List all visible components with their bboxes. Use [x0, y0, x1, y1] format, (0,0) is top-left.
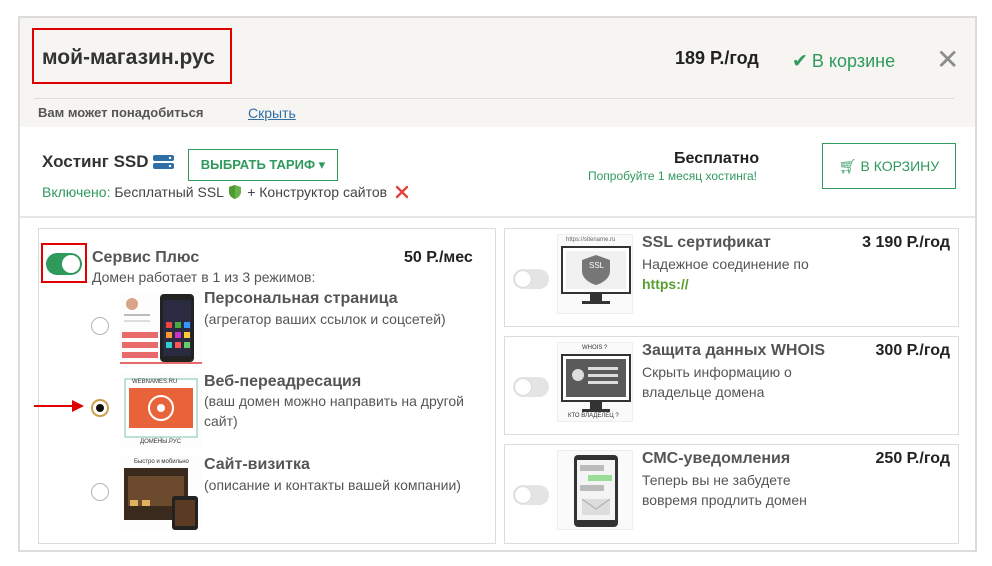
ssl-thumbnail: https://sitename.ru SSL	[557, 234, 633, 314]
radio-personal-page[interactable]	[91, 317, 109, 335]
ssl-title: SSL сертификат	[642, 234, 771, 251]
cart-icon: 🛒︎	[838, 158, 857, 174]
personal-page-title: Персональная страница	[204, 290, 398, 307]
web-redirect-desc: (ваш домен можно направить на другой сай…	[204, 393, 464, 429]
included-builder: + Конструктор сайтов	[247, 184, 388, 200]
divider	[20, 216, 975, 218]
divider	[34, 98, 954, 99]
sms-title: СМС-уведомления	[642, 450, 791, 467]
whois-price: 300 Р./год	[875, 342, 950, 359]
included-ssl: Бесплатный SSL	[114, 184, 224, 200]
personal-page-preview-image	[120, 292, 202, 366]
radio-business-card-site[interactable]	[91, 483, 109, 501]
whois-thumbnail: WHOIS ? КТО ВЛАДЕЛЕЦ ?	[557, 342, 633, 422]
domain-card: мой-магазин.рус 189 Р./год ✔ В корзине ✕ …	[18, 16, 977, 552]
personal-page-thumbnail	[120, 292, 202, 366]
server-icon	[153, 155, 174, 169]
tools-icon	[395, 185, 409, 199]
service-plus-title: Сервис Плюс	[92, 249, 200, 266]
included-label: Включено:	[42, 184, 111, 200]
business-card-title: Сайт-визитка	[204, 456, 310, 473]
check-icon: ✔	[792, 51, 808, 72]
in-cart-status[interactable]: ✔ В корзине	[792, 50, 895, 73]
ssl-thumb-url: https://sitename.ru	[566, 237, 616, 243]
domain-header: мой-магазин.рус 189 Р./год ✔ В корзине ✕ …	[20, 18, 975, 127]
close-icon[interactable]: ✕	[936, 46, 959, 74]
sms-thumbnail	[557, 450, 633, 530]
hosting-price: Бесплатно	[674, 150, 760, 167]
hosting-title: Хостинг SSD	[42, 152, 149, 171]
service-plus-subtitle: Домен работает в 1 из 3 режимов:	[92, 269, 316, 285]
ssl-toggle[interactable]	[513, 269, 549, 289]
web-redirect-title: Веб-переадресация	[204, 373, 362, 390]
personal-page-desc: (агрегатор ваших ссылок и соцсетей)	[204, 311, 446, 327]
radio-web-redirect[interactable]	[91, 399, 109, 417]
business-card-thumb-top: Быстро и мобильно	[134, 459, 189, 465]
whois-desc: Скрыть информацию о владельце домена	[642, 364, 792, 400]
ssl-https: https://	[642, 276, 689, 292]
add-to-cart-label: В КОРЗИНУ	[860, 158, 940, 174]
business-card-desc: (описание и контакты вашей компании)	[204, 477, 461, 493]
service-plus-price: 50 Р./мес	[404, 249, 473, 266]
sms-price: 250 Р./год	[875, 450, 950, 467]
sms-toggle[interactable]	[513, 485, 549, 505]
sms-card: СМС-уведомления 250 Р./год Теперь вы не …	[504, 444, 959, 544]
ssl-desc: Надежное соединение по https://	[642, 254, 842, 294]
maybe-needed-label: Вам может понадобиться	[38, 105, 204, 120]
hide-link[interactable]: Скрыть	[248, 105, 296, 121]
business-card-thumbnail: Быстро и мобильно	[120, 456, 202, 532]
in-cart-label: В корзине	[811, 51, 896, 71]
ssl-card: https://sitename.ru SSL SSL сертификат 3…	[504, 228, 959, 327]
sms-desc: Теперь вы не забудете вовремя продлить д…	[642, 472, 807, 508]
web-redirect-thumbnail: WEBNAMES.RU ДОМЕНЫ.РУС	[120, 373, 202, 449]
ssl-desc-text: Надежное соединение по	[642, 256, 809, 272]
pointer-arrow-icon	[34, 400, 84, 412]
add-to-cart-button[interactable]: 🛒︎ В КОРЗИНУ	[822, 143, 956, 189]
whois-title: Защита данных WHOIS	[642, 342, 826, 359]
whois-thumb-bottom: КТО ВЛАДЕЛЕЦ ?	[568, 413, 619, 419]
whois-card: WHOIS ? КТО ВЛАДЕЛЕЦ ? Защита данных WHO…	[504, 336, 959, 435]
web-redirect-thumb-bottom: ДОМЕНЫ.РУС	[140, 439, 182, 445]
whois-toggle[interactable]	[513, 377, 549, 397]
hosting-trial-note: Попробуйте 1 месяц хостинга!	[588, 169, 757, 183]
choose-plan-label: ВЫБРАТЬ ТАРИФ	[200, 157, 316, 172]
included-features: Включено: Бесплатный SSL + Конструктор с…	[42, 184, 409, 200]
ssl-price: 3 190 Р./год	[862, 234, 950, 251]
choose-plan-button[interactable]: ВЫБРАТЬ ТАРИФ ▾	[188, 149, 338, 181]
shield-icon	[229, 185, 242, 199]
domain-price: 189 Р./год	[675, 48, 759, 68]
ssl-thumb-badge: SSL	[589, 261, 605, 270]
whois-thumb-top: WHOIS ?	[582, 345, 608, 351]
domain-name: мой-магазин.рус	[42, 46, 215, 69]
caret-down-icon: ▾	[318, 157, 326, 172]
web-redirect-thumb-top: WEBNAMES.RU	[132, 379, 178, 385]
service-plus-toggle[interactable]	[46, 253, 82, 275]
